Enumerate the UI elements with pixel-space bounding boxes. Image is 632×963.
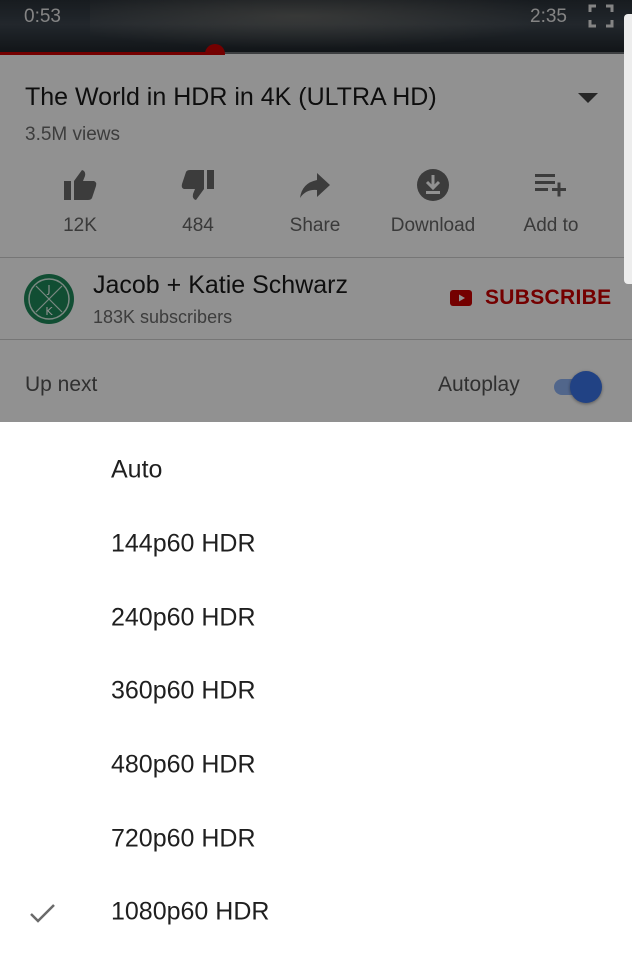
modal-scrim[interactable]	[0, 0, 632, 422]
quality-option-label: Auto	[111, 455, 163, 484]
quality-option-144p60[interactable]: 144p60 HDR	[0, 510, 632, 583]
quality-menu-sheet: Auto 144p60 HDR 240p60 HDR 360p60 HDR 48…	[0, 422, 632, 963]
quality-option-720p60[interactable]: 720p60 HDR	[0, 805, 632, 878]
quality-option-label: 720p60 HDR	[111, 824, 256, 853]
quality-option-auto[interactable]: Auto	[0, 436, 632, 509]
quality-option-360p60[interactable]: 360p60 HDR	[0, 657, 632, 730]
quality-option-label: 1080p60 HDR	[111, 897, 270, 926]
quality-option-label: 360p60 HDR	[111, 676, 256, 705]
quality-option-240p60[interactable]: 240p60 HDR	[0, 584, 632, 657]
quality-option-480p60[interactable]: 480p60 HDR	[0, 731, 632, 804]
scrollbar[interactable]	[624, 14, 632, 284]
quality-option-label: 144p60 HDR	[111, 529, 256, 558]
quality-option-label: 480p60 HDR	[111, 750, 256, 779]
quality-option-label: 240p60 HDR	[111, 603, 256, 632]
checkmark-icon	[30, 904, 55, 923]
quality-option-1080p60[interactable]: 1080p60 HDR	[0, 878, 632, 951]
